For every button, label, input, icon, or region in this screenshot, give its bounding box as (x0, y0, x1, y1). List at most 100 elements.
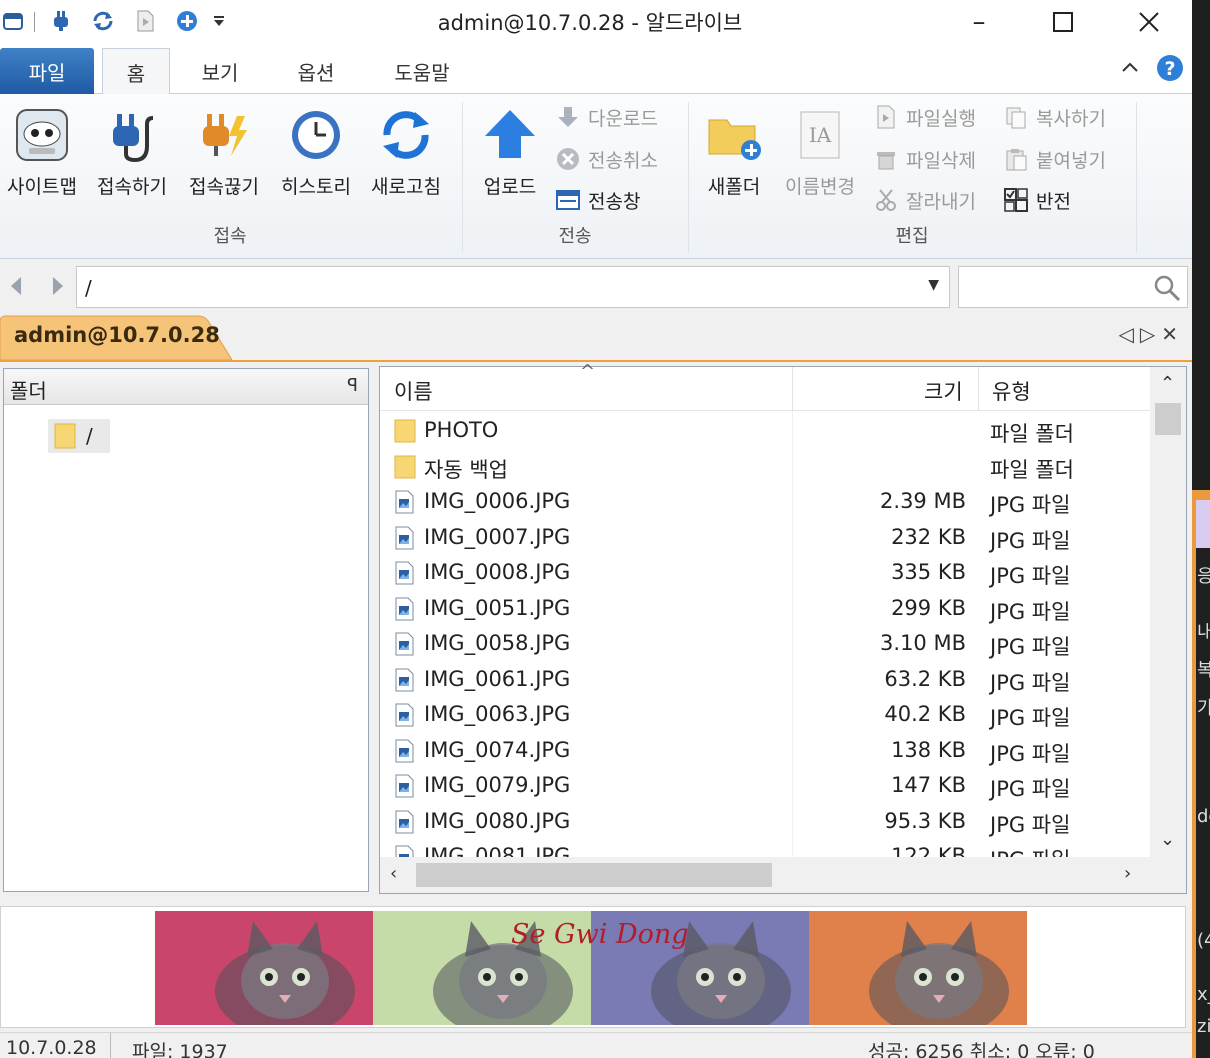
paste-button[interactable]: 붙여넣기 (1002, 142, 1106, 176)
image-file-icon (394, 526, 416, 550)
file-row[interactable]: IMG_0006.JPG 2.39 MB JPG 파일 (380, 484, 1150, 520)
vertical-scrollbar[interactable]: ⌃ ⌄ (1150, 367, 1186, 857)
tab-options[interactable]: 옵션 (276, 48, 356, 94)
transfer-window-icon (554, 186, 582, 214)
session-tab[interactable]: admin@10.7.0.28 (0, 314, 232, 360)
pin-icon[interactable]: ꟼ (347, 375, 358, 396)
background-text-fragment: 가 (1197, 698, 1210, 719)
file-size: 63.2 KB (884, 666, 966, 691)
folder-tree-root[interactable]: / (48, 419, 110, 453)
file-row[interactable]: 자동 백업 파일 폴더 (380, 449, 1150, 485)
background-text-fragment: 내 (1197, 622, 1210, 643)
refresh-icon (376, 104, 436, 166)
horizontal-scrollbar[interactable]: ‹ › (380, 857, 1186, 893)
disconnect-plug-icon (194, 104, 254, 166)
file-row[interactable]: IMG_0081.JPG 122 KB JPG 파일 (380, 839, 1150, 857)
path-input[interactable]: / ▼ (76, 266, 950, 308)
scroll-down-icon[interactable]: ⌄ (1160, 829, 1175, 850)
path-dropdown-icon[interactable]: ▼ (928, 277, 939, 293)
file-row[interactable]: IMG_0080.JPG 95.3 KB JPG 파일 (380, 804, 1150, 840)
tab-home[interactable]: 홈 (102, 48, 170, 95)
status-file-count: 파일: 1937 (132, 1041, 228, 1058)
file-row[interactable]: IMG_0074.JPG 138 KB JPG 파일 (380, 733, 1150, 769)
connect-button[interactable]: 접속하기 (86, 104, 178, 199)
file-row[interactable]: IMG_0058.JPG 3.10 MB JPG 파일 (380, 626, 1150, 662)
minimize-icon: – (972, 7, 986, 37)
vertical-scroll-thumb[interactable] (1155, 403, 1181, 435)
aldrive-window: admin@10.7.0.28 - 알드라이브 – 파일 홈 보기 옵션 도움말… (0, 0, 1192, 1058)
cut-button[interactable]: 잘라내기 (872, 183, 976, 217)
file-row[interactable]: IMG_0007.JPG 232 KB JPG 파일 (380, 520, 1150, 556)
file-row[interactable]: IMG_0051.JPG 299 KB JPG 파일 (380, 591, 1150, 627)
file-type: 파일 폴더 (990, 422, 1074, 446)
search-icon[interactable] (1153, 274, 1181, 306)
file-type: JPG 파일 (990, 564, 1071, 588)
maximize-button[interactable] (1034, 0, 1092, 44)
file-size: 122 KB (891, 844, 966, 857)
tab-file[interactable]: 파일 (0, 48, 94, 94)
status-result: 성공: 6256 취소: 0 오류: 0 (868, 1041, 1095, 1058)
back-arrow-icon[interactable] (8, 275, 24, 301)
file-row[interactable]: IMG_0079.JPG 147 KB JPG 파일 (380, 768, 1150, 804)
scroll-up-icon[interactable]: ⌃ (1160, 373, 1175, 394)
new-folder-button[interactable]: 새폴더 (688, 104, 780, 199)
scroll-right-icon[interactable]: › (1124, 863, 1131, 884)
file-name: PHOTO (424, 418, 499, 442)
close-icon (1139, 12, 1159, 32)
rename-button[interactable]: IA 이름변경 (774, 104, 866, 199)
cancel-transfer-button[interactable]: 전송취소 (554, 142, 658, 176)
file-row[interactable]: IMG_0061.JPG 63.2 KB JPG 파일 (380, 662, 1150, 698)
status-divider (110, 1033, 111, 1058)
file-type: JPG 파일 (990, 777, 1071, 801)
horizontal-scroll-thumb[interactable] (416, 863, 772, 887)
file-row[interactable]: PHOTO 파일 폴더 (380, 413, 1150, 449)
image-file-icon (394, 739, 416, 763)
ad-banner: Se Gwi Dong (0, 898, 1192, 1030)
file-name: 자동 백업 (424, 457, 508, 482)
column-header-type[interactable]: 유형 (992, 367, 1031, 411)
run-file-button[interactable]: 파일실행 (872, 100, 976, 134)
history-button[interactable]: 히스토리 (270, 104, 362, 199)
file-row[interactable]: IMG_0063.JPG 40.2 KB JPG 파일 (380, 697, 1150, 733)
scroll-left-icon[interactable]: ‹ (390, 863, 397, 884)
copy-icon (1002, 103, 1030, 131)
background-text-fragment: dc (1197, 806, 1210, 827)
title-bar: admin@10.7.0.28 - 알드라이브 – (0, 0, 1192, 44)
column-header-name[interactable]: 이름 (394, 367, 433, 411)
forward-arrow-icon[interactable] (50, 275, 66, 301)
background-text-fragment: 응 (1197, 566, 1210, 587)
upload-button[interactable]: 업로드 (464, 104, 556, 199)
delete-file-button[interactable]: 파일삭제 (872, 142, 976, 176)
file-name: IMG_0061.JPG (424, 666, 571, 691)
column-divider[interactable] (792, 367, 793, 411)
help-icon[interactable]: ? (1156, 54, 1184, 86)
tab-close-icon[interactable]: ✕ (1161, 322, 1184, 346)
tab-view[interactable]: 보기 (180, 48, 260, 94)
cat-illustration-icon (215, 921, 355, 1027)
folder-tree-pane: 폴더 ꟼ / (3, 368, 369, 892)
close-button[interactable] (1120, 0, 1178, 44)
background-text-fragment: zi (1197, 1016, 1210, 1037)
file-row[interactable]: IMG_0008.JPG 335 KB JPG 파일 (380, 555, 1150, 591)
invert-selection-button[interactable]: 반전 (1002, 183, 1071, 217)
sitemap-button[interactable]: 사이트맵 (0, 104, 88, 199)
tab-prev-icon[interactable]: ◁ (1118, 322, 1139, 346)
file-size: 138 KB (891, 737, 966, 762)
tab-next-icon[interactable]: ▷ (1140, 322, 1161, 346)
copy-button[interactable]: 복사하기 (1002, 100, 1106, 134)
file-type: JPG 파일 (990, 812, 1071, 837)
refresh-button[interactable]: 새로고침 (360, 104, 452, 199)
file-name: IMG_0079.JPG (424, 773, 571, 797)
download-button[interactable]: 다운로드 (554, 100, 658, 134)
column-divider[interactable] (978, 367, 979, 411)
file-name: IMG_0006.JPG (424, 489, 571, 513)
disconnect-button[interactable]: 접속끊기 (178, 104, 270, 199)
minimize-button[interactable]: – (950, 0, 1008, 44)
file-name: IMG_0008.JPG (424, 560, 571, 584)
tab-help[interactable]: 도움말 (380, 48, 464, 94)
search-input[interactable] (958, 266, 1188, 308)
cat-banner[interactable]: Se Gwi Dong (0, 906, 1186, 1028)
transfer-window-button[interactable]: 전송창 (554, 183, 640, 217)
column-header-size[interactable]: 크기 (924, 367, 963, 411)
collapse-ribbon-icon[interactable] (1118, 56, 1142, 84)
